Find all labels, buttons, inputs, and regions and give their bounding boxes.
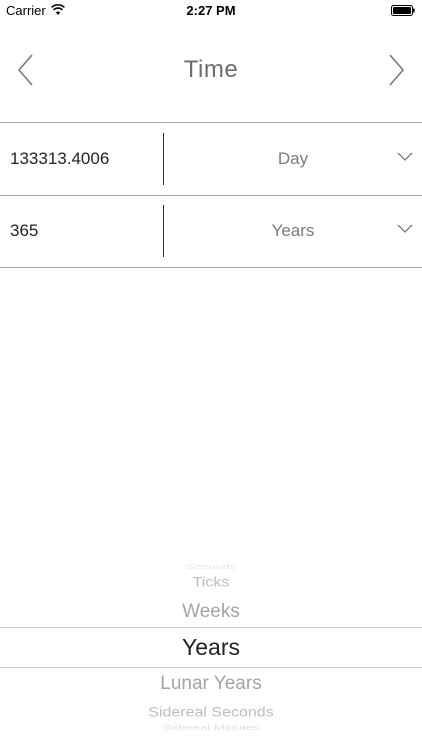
picker-item[interactable]: Weeks (0, 601, 422, 623)
from-unit-select[interactable]: Day (164, 123, 422, 195)
to-unit-select[interactable]: Years (164, 195, 422, 267)
from-value-field[interactable] (0, 123, 163, 195)
from-unit-label: Day (277, 149, 309, 168)
to-value-field[interactable] (0, 195, 163, 267)
page-title: Time (183, 56, 239, 83)
clock-label: 2:27 PM (186, 3, 236, 18)
battery-full-icon (391, 5, 415, 16)
conversion-row-to: Years (0, 195, 422, 268)
chevron-down-icon (397, 152, 413, 161)
chevron-down-icon (397, 224, 413, 233)
unit-picker[interactable]: Seconds Ticks Weeks Years Lunar Years Si… (0, 555, 422, 750)
picker-item[interactable]: Sidereal Seconds (0, 705, 422, 720)
picker-item[interactable]: Seconds (0, 562, 422, 570)
picker-item[interactable]: Ticks (0, 575, 422, 590)
chevron-right-icon[interactable] (382, 50, 412, 90)
nav-bar: Time (0, 22, 422, 123)
picker-selection-line-top (0, 627, 422, 628)
status-bar: Carrier 2:27 PM (0, 0, 422, 22)
picker-item[interactable]: Sidereal Minutes (0, 723, 422, 731)
converter-screen: Carrier 2:27 PM Time Day (0, 0, 422, 750)
conversion-row-from: Day (0, 123, 422, 196)
picker-item-selected[interactable]: Years (0, 634, 422, 661)
picker-selection-line-bottom (0, 667, 422, 668)
picker-item[interactable]: Lunar Years (0, 673, 422, 695)
to-unit-label: Years (271, 221, 315, 240)
